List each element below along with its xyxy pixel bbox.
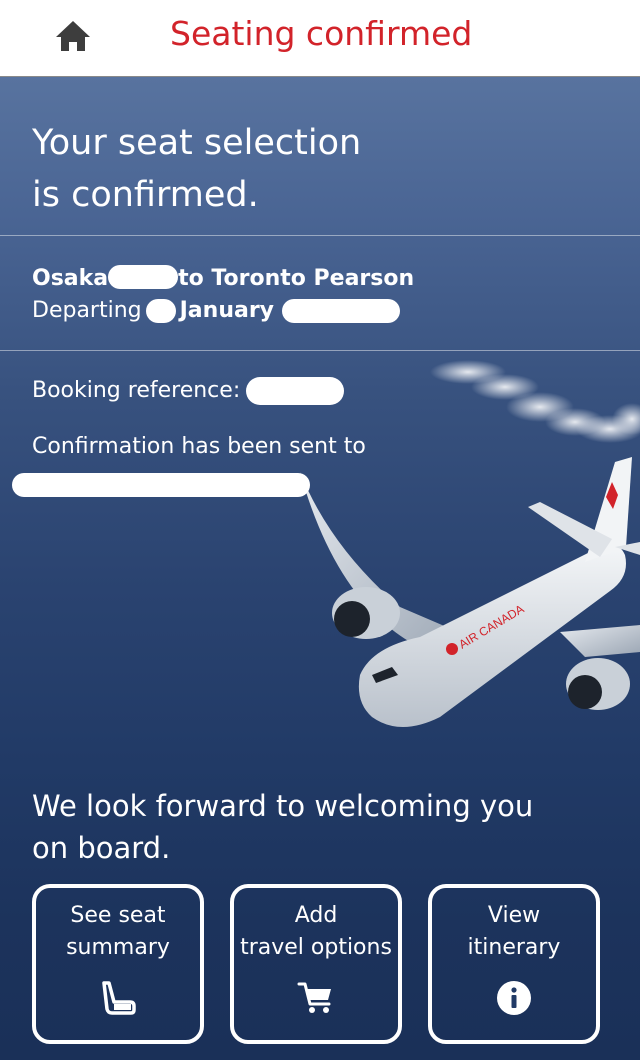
view-itinerary-button[interactable]: View itinerary [428, 884, 600, 1044]
home-icon [54, 18, 92, 54]
redacted-origin-code [108, 265, 179, 289]
see-seat-summary-button[interactable]: See seat summary [32, 884, 204, 1044]
shopping-cart-icon [234, 980, 398, 1016]
add-travel-options-line2: travel options [240, 935, 392, 960]
header-bar: Seating confirmed [0, 0, 640, 77]
welcome-message: We look forward to welcoming you on boar… [32, 785, 533, 869]
home-button[interactable] [54, 18, 92, 54]
add-travel-options-button[interactable]: Add travel options [230, 884, 402, 1044]
page: Seating confirmed AIR CANADA Your seat s… [0, 0, 640, 1060]
redacted-day [145, 299, 176, 323]
headline-line-1: Your seat selection [32, 123, 362, 163]
booking-reference-label: Booking reference: [32, 378, 241, 403]
welcome-line-1: We look forward to welcoming you [32, 789, 534, 823]
confirmation-hero: AIR CANADA Your seat selection is confir… [0, 77, 640, 1060]
divider-top [0, 235, 640, 236]
page-title: Seating confirmed [170, 14, 473, 53]
flight-route: Osaka to Toronto Pearson Departing January [32, 263, 414, 327]
departing-label: Departing [32, 298, 142, 323]
redacted-booking-code [246, 377, 345, 405]
departure-month: January [179, 298, 275, 323]
divider-middle [0, 350, 640, 351]
booking-reference: Booking reference: [32, 377, 345, 405]
redacted-email [12, 473, 310, 497]
seat-icon [36, 980, 200, 1016]
headline-line-2: is confirmed. [32, 175, 259, 215]
see-seat-summary-line1: See seat [70, 903, 166, 928]
see-seat-summary-line2: summary [66, 935, 170, 960]
confirmation-headline: Your seat selection is confirmed. [32, 117, 361, 221]
redacted-year [282, 299, 401, 323]
destination: to Toronto Pearson [178, 266, 415, 291]
confirmation-sent-text: Confirmation has been sent to [32, 434, 366, 459]
info-icon [432, 980, 596, 1016]
welcome-line-2: on board. [32, 831, 171, 865]
action-buttons: See seat summary Add travel options View… [32, 884, 608, 1052]
view-itinerary-line1: View [487, 903, 541, 928]
add-travel-options-line1: Add [294, 903, 338, 928]
view-itinerary-line2: itinerary [467, 935, 561, 960]
origin-city: Osaka [32, 266, 109, 291]
